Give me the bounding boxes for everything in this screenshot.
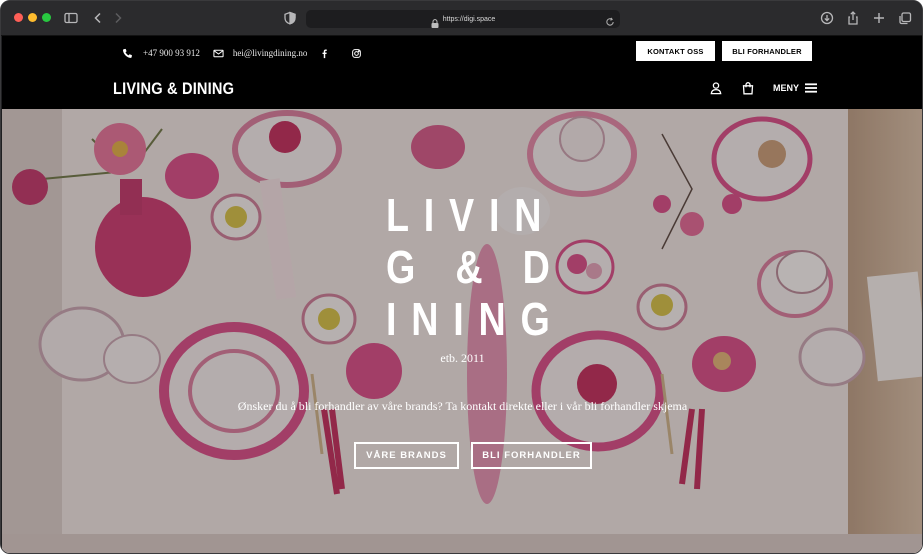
hero-description: Ønsker du å bli forhandler av våre brand… [237, 399, 688, 413]
contact-row: +47 900 93 912 hei@livingdining.no [122, 46, 362, 60]
maximize-window-button[interactable] [42, 13, 51, 22]
contact-us-button[interactable]: KONTAKT OSS [636, 41, 715, 61]
become-dealer-top-button[interactable]: BLI FORHANDLER [722, 41, 812, 61]
browser-window: https://digi.space +47 900 93 912 hei@li… [0, 0, 923, 554]
hero-title: LIVIN G & D INING [386, 189, 565, 345]
email-address[interactable]: hei@livingdining.no [233, 48, 308, 58]
shield-icon[interactable] [281, 9, 299, 27]
shopping-bag-icon[interactable] [741, 81, 755, 95]
close-window-button[interactable] [14, 13, 23, 22]
address-url: https://digi.space [442, 15, 496, 23]
back-icon[interactable] [89, 9, 107, 27]
menu-label[interactable]: MENY [773, 83, 799, 93]
tabs-icon[interactable] [896, 9, 914, 27]
share-icon[interactable] [844, 9, 862, 27]
email-icon [213, 48, 224, 59]
our-brands-button[interactable]: VÅRE BRANDS [354, 442, 459, 469]
lock-icon [431, 15, 439, 28]
hero-section: LIVIN G & D INING etb. 2011 Ønsker du å … [2, 109, 922, 553]
download-icon[interactable] [818, 9, 836, 27]
hero-established: etb. 2011 [440, 351, 485, 365]
facebook-icon[interactable] [319, 48, 330, 59]
browser-toolbar: https://digi.space [1, 1, 922, 36]
sidebar-icon[interactable] [62, 9, 80, 27]
become-dealer-hero-button[interactable]: BLI FORHANDLER [471, 442, 592, 469]
phone-number[interactable]: +47 900 93 912 [143, 48, 200, 58]
forward-icon[interactable] [109, 9, 127, 27]
site-logo[interactable]: LIVING & DINING [113, 79, 234, 99]
hero-title-line: INING [386, 293, 565, 345]
hero-title-line: LIVIN [386, 189, 557, 241]
instagram-icon[interactable] [351, 48, 362, 59]
hamburger-menu-icon[interactable] [804, 81, 818, 95]
site-header: +47 900 93 912 hei@livingdining.no KONTA… [2, 36, 922, 109]
minimize-window-button[interactable] [28, 13, 37, 22]
phone-icon [122, 48, 133, 59]
address-bar[interactable]: https://digi.space [306, 10, 620, 28]
user-account-icon[interactable] [709, 81, 723, 95]
reload-icon[interactable] [605, 14, 615, 26]
new-tab-icon[interactable] [870, 9, 888, 27]
hero-title-line: G & D [386, 241, 565, 293]
